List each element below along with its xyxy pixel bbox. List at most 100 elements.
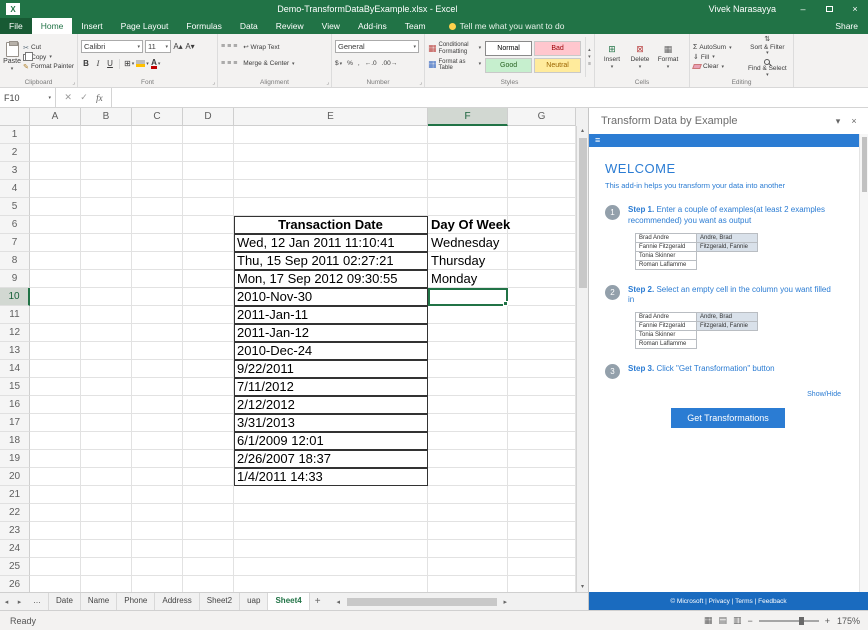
cell-D20[interactable] bbox=[183, 468, 234, 486]
ribbon-tab-page-layout[interactable]: Page Layout bbox=[112, 18, 178, 34]
cell-style-neutral[interactable]: Neutral bbox=[534, 58, 581, 73]
row-header-22[interactable]: 22 bbox=[0, 504, 30, 522]
cell-C2[interactable] bbox=[132, 144, 183, 162]
cut-button[interactable]: ✂Cut bbox=[23, 44, 74, 52]
cell-C3[interactable] bbox=[132, 162, 183, 180]
paste-dropdown-icon[interactable]: ▾ bbox=[11, 66, 14, 72]
tell-me-box[interactable]: Tell me what you want to do bbox=[449, 18, 565, 34]
ribbon-tab-data[interactable]: Data bbox=[231, 18, 267, 34]
gallery-up-icon[interactable]: ▴ bbox=[588, 47, 591, 53]
hamburger-menu-icon[interactable]: ≡ bbox=[595, 134, 600, 147]
cell-A16[interactable] bbox=[30, 396, 81, 414]
format-painter-button[interactable]: ✎Format Painter bbox=[23, 63, 74, 71]
cell-E23[interactable] bbox=[234, 522, 428, 540]
cell-C23[interactable] bbox=[132, 522, 183, 540]
cell-G24[interactable] bbox=[508, 540, 576, 558]
cell-E2[interactable] bbox=[234, 144, 428, 162]
cell-F3[interactable] bbox=[428, 162, 508, 180]
cell-E20[interactable]: 1/4/2011 14:33 bbox=[234, 468, 428, 486]
cell-C21[interactable] bbox=[132, 486, 183, 504]
row-header-2[interactable]: 2 bbox=[0, 144, 30, 162]
cell-D23[interactable] bbox=[183, 522, 234, 540]
cell-F24[interactable] bbox=[428, 540, 508, 558]
increase-decimal-button[interactable]: ←.0 bbox=[365, 60, 377, 67]
ribbon-tab-review[interactable]: Review bbox=[267, 18, 313, 34]
column-header-a[interactable]: A bbox=[30, 108, 81, 126]
cell-C26[interactable] bbox=[132, 576, 183, 592]
cell-F20[interactable] bbox=[428, 468, 508, 486]
horizontal-scrollbar[interactable]: ◂ ▸ bbox=[332, 593, 588, 610]
cell-E3[interactable] bbox=[234, 162, 428, 180]
cell-A6[interactable] bbox=[30, 216, 81, 234]
cell-E19[interactable]: 2/26/2007 18:37 bbox=[234, 450, 428, 468]
cell-D1[interactable] bbox=[183, 126, 234, 144]
cell-B3[interactable] bbox=[81, 162, 132, 180]
page-break-view-icon[interactable]: ▥ bbox=[733, 615, 742, 626]
cell-D19[interactable] bbox=[183, 450, 234, 468]
cell-style-normal[interactable]: Normal bbox=[485, 41, 532, 56]
cell-A2[interactable] bbox=[30, 144, 81, 162]
row-header-18[interactable]: 18 bbox=[0, 432, 30, 450]
cell-B22[interactable] bbox=[81, 504, 132, 522]
sheet-tab-name[interactable]: Name bbox=[81, 593, 117, 610]
cell-E16[interactable]: 2/12/2012 bbox=[234, 396, 428, 414]
cell-D14[interactable] bbox=[183, 360, 234, 378]
cell-A17[interactable] bbox=[30, 414, 81, 432]
cell-G6[interactable] bbox=[508, 216, 576, 234]
fill-color-button[interactable]: ▾ bbox=[136, 58, 149, 70]
row-header-17[interactable]: 17 bbox=[0, 414, 30, 432]
cell-D21[interactable] bbox=[183, 486, 234, 504]
cell-F2[interactable] bbox=[428, 144, 508, 162]
cell-B11[interactable] bbox=[81, 306, 132, 324]
row-header-3[interactable]: 3 bbox=[0, 162, 30, 180]
cell-D22[interactable] bbox=[183, 504, 234, 522]
sort-filter-button[interactable]: ⇅Sort & Filter▾ bbox=[748, 36, 787, 57]
cell-A26[interactable] bbox=[30, 576, 81, 592]
ribbon-tab-view[interactable]: View bbox=[313, 18, 349, 34]
cell-F14[interactable] bbox=[428, 360, 508, 378]
selection-fill-handle[interactable] bbox=[503, 301, 508, 306]
borders-button[interactable]: ⊞▾ bbox=[124, 58, 134, 70]
align-left-icon[interactable]: ≡ bbox=[221, 60, 225, 67]
name-box-dropdown-icon[interactable]: ▾ bbox=[48, 95, 51, 101]
row-header-19[interactable]: 19 bbox=[0, 450, 30, 468]
minimize-button[interactable]: – bbox=[790, 0, 816, 18]
number-format-select[interactable]: General▾ bbox=[335, 40, 419, 53]
zoom-level[interactable]: 175% bbox=[836, 616, 860, 626]
cell-D15[interactable] bbox=[183, 378, 234, 396]
row-header-10[interactable]: 10 bbox=[0, 288, 30, 306]
cell-E13[interactable]: 2010-Dec-24 bbox=[234, 342, 428, 360]
cell-A25[interactable] bbox=[30, 558, 81, 576]
cell-A5[interactable] bbox=[30, 198, 81, 216]
cell-E14[interactable]: 9/22/2011 bbox=[234, 360, 428, 378]
cell-B23[interactable] bbox=[81, 522, 132, 540]
cell-E7[interactable]: Wed, 12 Jan 2011 11:10:41 bbox=[234, 234, 428, 252]
cell-B9[interactable] bbox=[81, 270, 132, 288]
cell-G23[interactable] bbox=[508, 522, 576, 540]
cell-C22[interactable] bbox=[132, 504, 183, 522]
row-header-8[interactable]: 8 bbox=[0, 252, 30, 270]
cell-B10[interactable] bbox=[81, 288, 132, 306]
cell-C13[interactable] bbox=[132, 342, 183, 360]
cell-G2[interactable] bbox=[508, 144, 576, 162]
cell-E6[interactable]: Transaction Date bbox=[234, 216, 428, 234]
cell-A4[interactable] bbox=[30, 180, 81, 198]
cell-D24[interactable] bbox=[183, 540, 234, 558]
cell-E12[interactable]: 2011-Jan-12 bbox=[234, 324, 428, 342]
cell-C17[interactable] bbox=[132, 414, 183, 432]
row-header-4[interactable]: 4 bbox=[0, 180, 30, 198]
cell-F11[interactable] bbox=[428, 306, 508, 324]
font-family-select[interactable]: Calibri▾ bbox=[81, 40, 143, 53]
cell-D2[interactable] bbox=[183, 144, 234, 162]
cell-A15[interactable] bbox=[30, 378, 81, 396]
cell-B18[interactable] bbox=[81, 432, 132, 450]
cell-D6[interactable] bbox=[183, 216, 234, 234]
cell-C25[interactable] bbox=[132, 558, 183, 576]
cell-A19[interactable] bbox=[30, 450, 81, 468]
cell-C8[interactable] bbox=[132, 252, 183, 270]
cell-B4[interactable] bbox=[81, 180, 132, 198]
cell-D7[interactable] bbox=[183, 234, 234, 252]
cell-F9[interactable]: Monday bbox=[428, 270, 508, 288]
scroll-up-icon[interactable]: ▴ bbox=[581, 126, 584, 136]
cell-A14[interactable] bbox=[30, 360, 81, 378]
